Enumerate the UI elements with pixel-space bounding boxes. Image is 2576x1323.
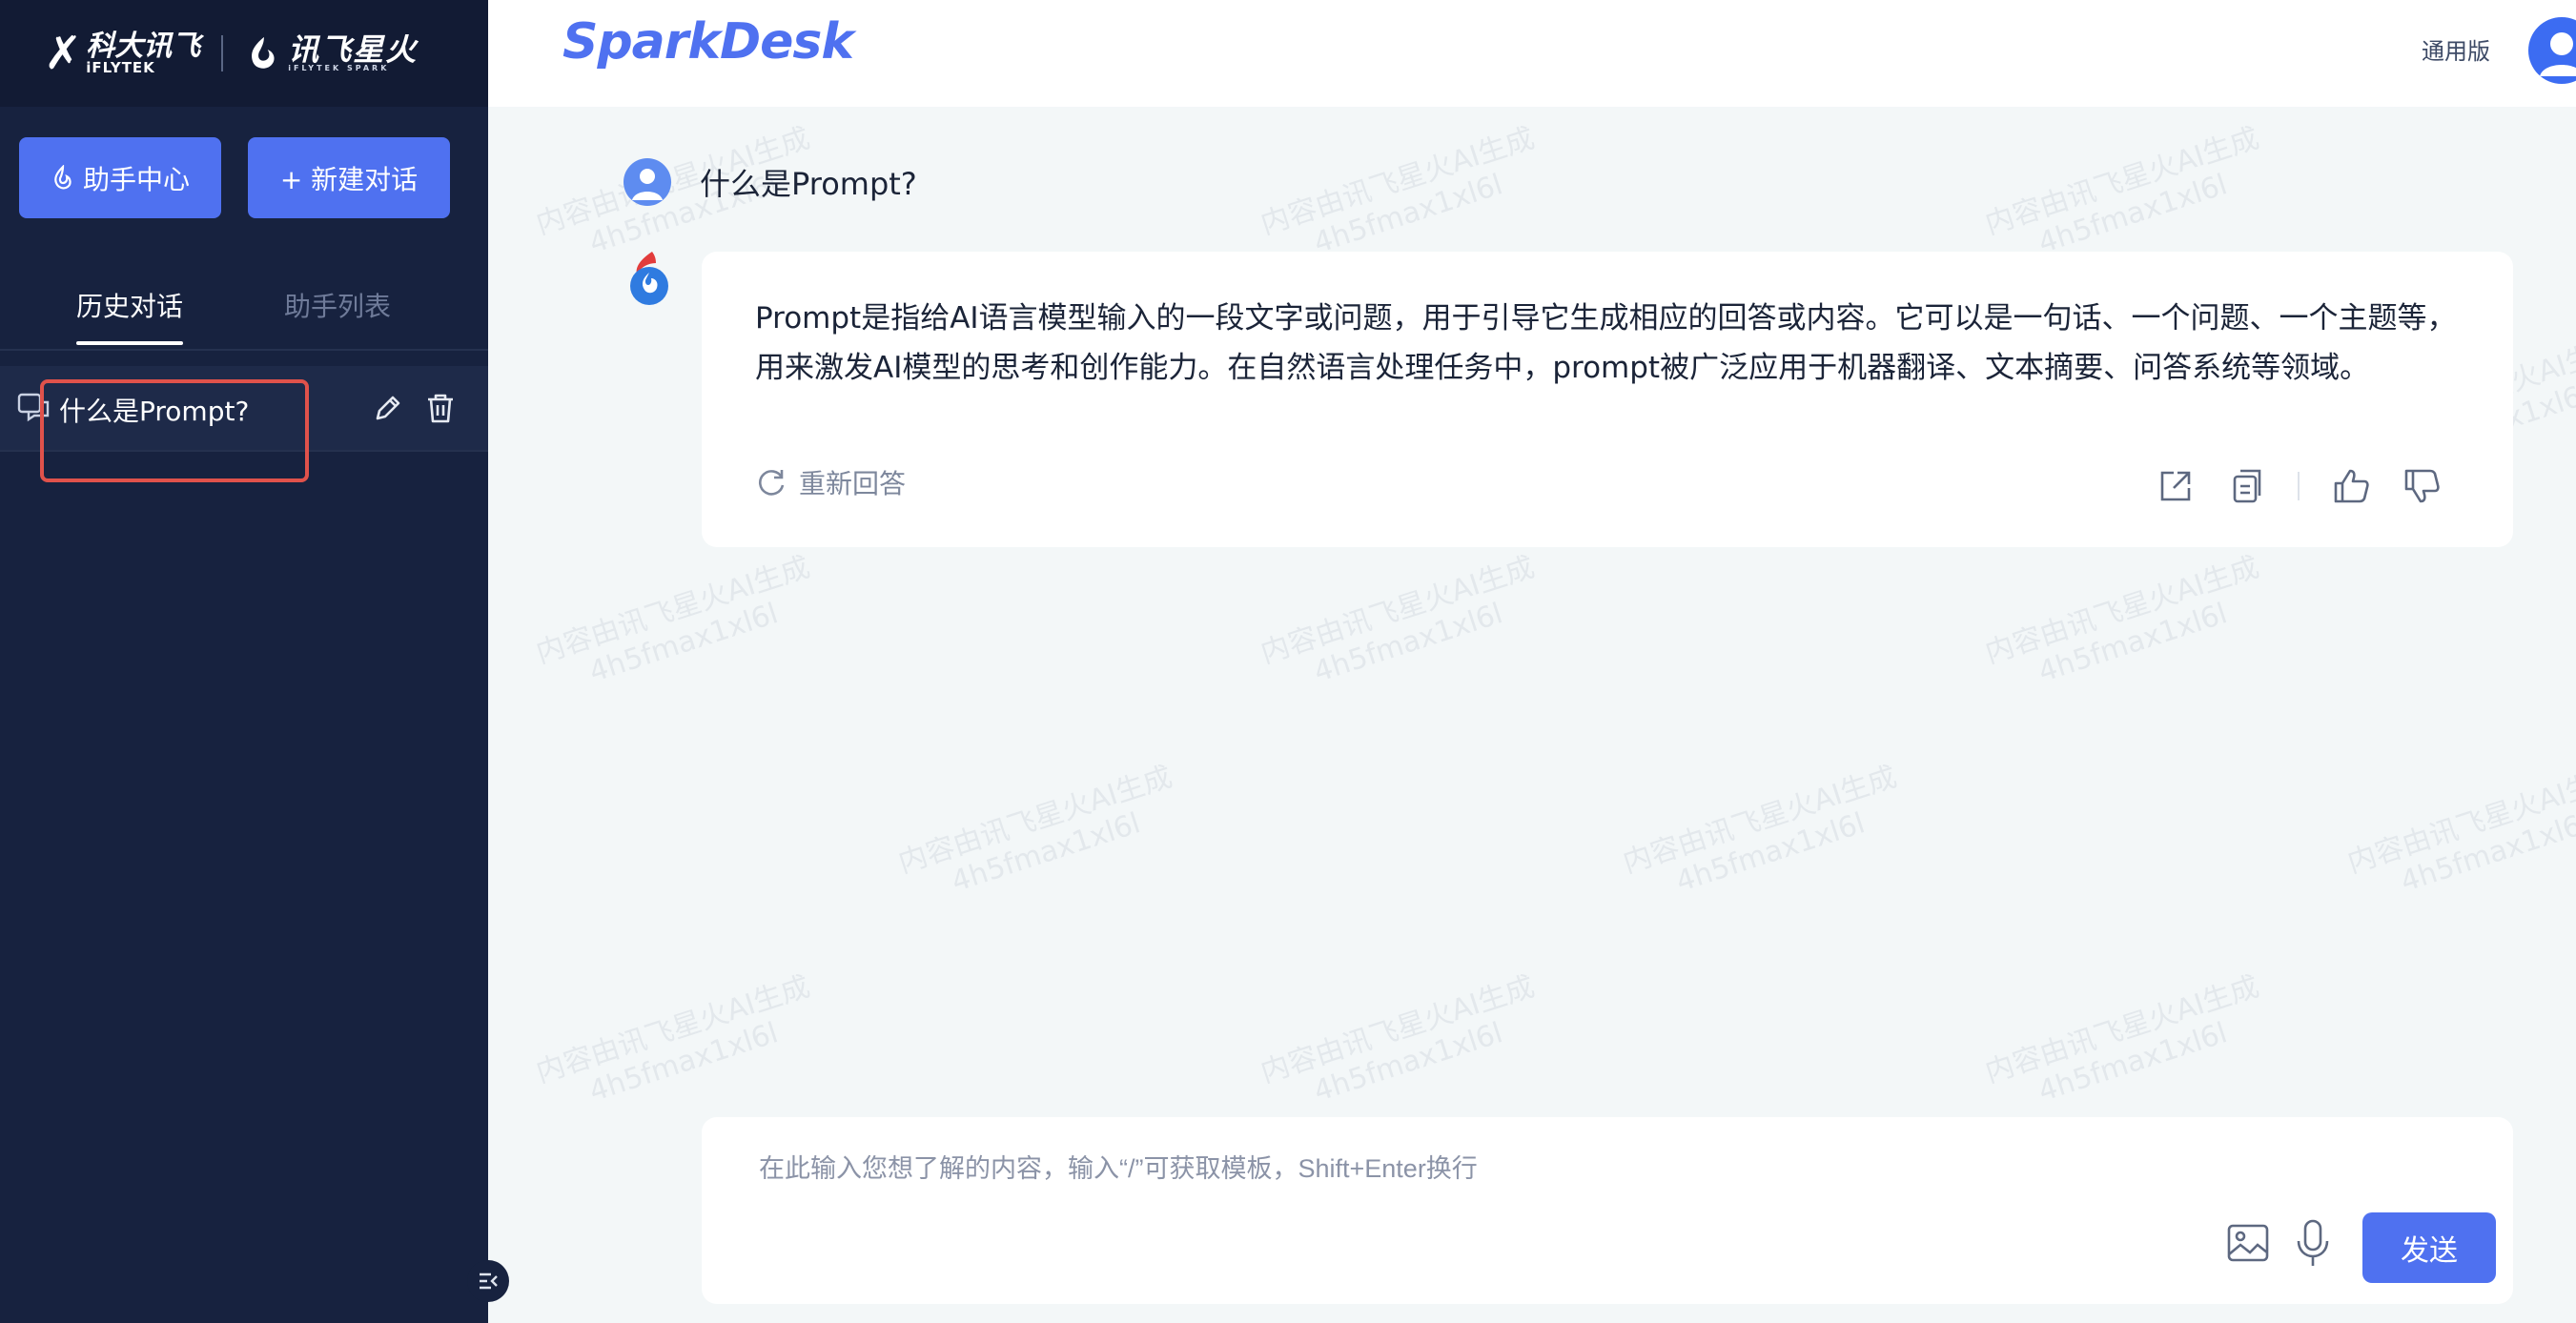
sidebar-action-buttons: 助手中心 + 新建对话 (19, 137, 450, 218)
user-message-avatar (624, 158, 671, 206)
watermark: 内容由讯飞星火AI生成4h5fmax1xl6l (1981, 550, 2263, 690)
user-avatar[interactable] (2528, 17, 2576, 84)
edition-label[interactable]: 通用版 (2422, 32, 2490, 66)
new-chat-label: + 新建对话 (279, 163, 419, 195)
sparkdesk-logo[interactable]: SparkDesk (562, 13, 854, 71)
watermark: 内容由讯飞星火AI生成4h5fmax1xl6l (1619, 760, 1901, 900)
watermark: 内容由讯飞星火AI生成4h5fmax1xl6l (532, 550, 814, 690)
watermark: 内容由讯飞星火AI生成4h5fmax1xl6l (532, 969, 814, 1109)
logo-bar: ✗ 科大讯飞 iFLYTEK 讯飞星火 iFLYTEK SPARK (0, 0, 488, 107)
image-upload-icon[interactable] (2225, 1220, 2271, 1266)
watermark: 内容由讯飞星火AI生成4h5fmax1xl6l (1981, 969, 2263, 1109)
refresh-icon (759, 470, 785, 496)
bot-message-text: Prompt是指给AI语言模型输入的一段文字或问题，用于引导它生成相应的回答或内… (755, 301, 2457, 385)
user-message: 什么是Prompt? (624, 158, 917, 206)
watermark: 内容由讯飞星火AI生成4h5fmax1xl6l (2343, 760, 2576, 900)
message-actions (2124, 467, 2441, 505)
send-button[interactable]: 发送 (2362, 1212, 2496, 1283)
thumbs-up-icon[interactable] (2332, 467, 2370, 505)
iflytek-logo-en: iFLYTEK (86, 58, 155, 76)
iflytek-logo-icon: ✗ (44, 27, 82, 80)
assistant-center-label: 助手中心 (82, 163, 190, 195)
edit-icon[interactable] (372, 392, 404, 424)
top-header: SparkDesk 通用版 (488, 0, 2576, 107)
thumbs-down-icon[interactable] (2402, 467, 2441, 505)
iflytek-logo-cn: 科大讯飞 (86, 29, 201, 63)
sidebar: ✗ 科大讯飞 iFLYTEK 讯飞星火 iFLYTEK SPARK 助手中心 + (0, 0, 509, 1323)
logo-divider (221, 35, 224, 71)
tab-history[interactable]: 历史对话 (76, 286, 183, 324)
user-message-text: 什么是Prompt? (700, 166, 917, 202)
chat-input-box: 发送 (702, 1117, 2513, 1304)
regenerate-button[interactable]: 重新回答 (755, 463, 906, 501)
iflytek-logo[interactable]: ✗ 科大讯飞 iFLYTEK (44, 27, 200, 80)
user-avatar-icon (632, 169, 663, 200)
delete-icon[interactable] (425, 392, 456, 424)
spark-flame-icon (252, 36, 275, 69)
watermark: 内容由讯飞星火AI生成4h5fmax1xl6l (894, 760, 1176, 900)
watermark: 内容由讯飞星火AI生成4h5fmax1xl6l (1257, 969, 1539, 1109)
spark-logo-cn: 讯飞星火 (288, 31, 419, 68)
active-tab-indicator (76, 341, 183, 345)
tab-assistant-list[interactable]: 助手列表 (284, 286, 391, 324)
chat-input[interactable] (759, 1148, 2189, 1205)
spark-logo-en: iFLYTEK SPARK (288, 64, 390, 72)
assistant-center-button[interactable]: 助手中心 (19, 137, 221, 218)
highlight-annotation-box (40, 379, 309, 482)
sidebar-tabs: 历史对话 助手列表 (0, 276, 488, 351)
chat-area: 内容由讯飞星火AI生成 4h5fmax1xl6l 内容由讯飞星火AI生成 4h5fm… (488, 107, 2576, 1323)
new-chat-button[interactable]: + 新建对话 (248, 137, 450, 218)
spark-logo[interactable]: 讯飞星火 iFLYTEK SPARK (244, 34, 418, 72)
bot-message-card: Prompt是指给AI语言模型输入的一段文字或问题，用于引导它生成相应的回答或内… (702, 252, 2513, 547)
user-avatar-icon (2540, 32, 2576, 76)
watermark: 内容由讯飞星火AI生成4h5fmax1xl6l (1257, 550, 1539, 690)
actions-divider (2298, 472, 2300, 500)
microphone-icon[interactable] (2294, 1218, 2332, 1268)
flame-icon (54, 164, 72, 189)
copy-icon[interactable] (2227, 467, 2265, 505)
share-icon[interactable] (2157, 467, 2195, 505)
spark-bot-avatar-icon (630, 252, 668, 305)
regenerate-label: 重新回答 (799, 468, 907, 499)
